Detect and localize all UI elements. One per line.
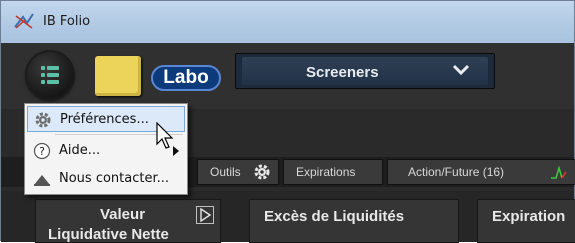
play-icon	[200, 207, 212, 223]
menu-item-contact-label: Nous contacter...	[59, 171, 170, 186]
header-exces-label: Excès de Liquidités	[264, 208, 405, 225]
sticky-note-icon[interactable]	[95, 56, 141, 96]
menu-item-preferences-label: Préférences...	[60, 112, 149, 127]
tab-outils-label: Outils	[210, 165, 241, 179]
header-valeur-line1: Valeur	[100, 206, 146, 223]
trend-line-icon	[551, 166, 567, 179]
expand-play-button[interactable]	[196, 206, 214, 224]
menu-item-contact[interactable]: Nous contacter...	[27, 166, 185, 192]
screeners-dropdown[interactable]: Screeners	[235, 53, 495, 89]
screeners-dropdown-body: Screeners	[242, 57, 488, 85]
labo-button[interactable]: Labo	[151, 65, 221, 91]
app-logo-icon	[14, 13, 34, 29]
column-header-row: Valeur Liquidative Nette Excès de Liquid…	[1, 191, 575, 243]
tab-action-future-label: Action/Future (16)	[408, 165, 505, 179]
title-bar: IB Folio	[1, 1, 574, 43]
header-expiration[interactable]: Expiration	[477, 199, 575, 243]
menu-item-aide-label: Aide...	[59, 143, 101, 158]
mouse-cursor-icon	[156, 122, 174, 149]
tab-expirations-label: Expirations	[296, 165, 356, 179]
tab-expirations[interactable]: Expirations	[283, 159, 383, 185]
contact-icon	[34, 175, 50, 186]
gear-icon	[254, 164, 270, 180]
toolbar: Labo Screeners	[1, 43, 574, 109]
header-valeur-liquidative[interactable]: Valeur Liquidative Nette	[35, 199, 221, 243]
window-title: IB Folio	[43, 14, 91, 29]
header-exces-liquidites[interactable]: Excès de Liquidités	[249, 199, 459, 243]
header-valeur-line2: Liquidative Nette	[48, 226, 169, 243]
main-menu-button[interactable]	[27, 52, 73, 98]
header-expiration-label: Expiration	[492, 208, 566, 225]
screeners-label: Screeners	[306, 64, 379, 81]
help-icon: ?	[33, 142, 51, 160]
chevron-down-icon	[452, 64, 470, 76]
list-menu-icon	[41, 66, 59, 84]
tab-outils[interactable]: Outils	[197, 159, 279, 185]
gear-icon	[35, 112, 51, 128]
svg-text:?: ?	[39, 145, 45, 158]
tab-action-future[interactable]: Action/Future (16)	[387, 159, 575, 185]
